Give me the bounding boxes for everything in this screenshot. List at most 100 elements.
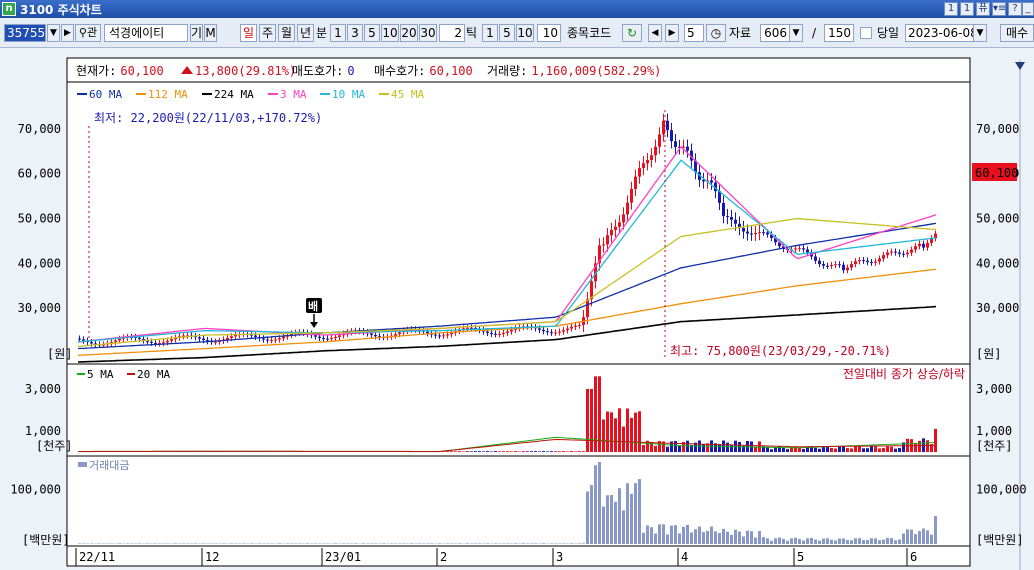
volume-bar [926,440,929,452]
total-count-input[interactable]: 150 [824,24,854,42]
amount-bar [458,543,461,544]
minute-10-button[interactable]: 10 [381,24,399,42]
period-day-tab[interactable]: 일 [240,24,257,42]
next-arrow-icon[interactable]: ▶ [61,24,74,42]
tick-5-button[interactable]: 5 [499,24,515,42]
amount-bar [370,543,373,544]
tick-input[interactable]: 10 [537,24,561,42]
date-tick-label: 2 [440,550,447,564]
minute-1-button[interactable]: 1 [330,24,346,42]
amount-bar [278,543,281,544]
volume-tick-label-right: 1,000 [976,424,1012,438]
minimize-button[interactable]: _ [1022,2,1034,16]
m-button[interactable]: M [204,24,217,42]
volume-bar [462,451,465,452]
tick-value-input[interactable]: 2 [439,24,465,42]
volume-bar [770,449,773,452]
candle-body [574,325,577,327]
prev-arrow-icon[interactable]: ◀ [648,24,662,42]
date-tick-label: 5 [797,550,804,564]
tick-10-button[interactable]: 10 [516,24,534,42]
candle-body [318,336,321,338]
menu-button[interactable]: ▾≡ [992,2,1006,16]
volume-bar [546,451,549,452]
ma-legend-label: 3 MA [280,88,307,101]
candle-body [114,340,117,343]
amount-bar [770,540,773,544]
volume-bar [862,448,865,452]
amount-tick-label-left: 100,000 [10,482,61,496]
stock-name-field[interactable]: 석경에이티 [104,24,188,42]
candle-body [650,155,653,161]
amount-unit-left: [백만원] [22,533,70,547]
period-week-tab[interactable]: 주 [259,24,276,42]
volume-bar [802,448,805,452]
amount-bar [926,530,929,544]
date-picker[interactable]: 2023-06-08 [905,24,975,42]
date-dropdown-icon[interactable]: ▼ [973,24,987,42]
volume-bar [818,448,821,452]
amount-bar [854,538,857,544]
candle-body [858,260,861,262]
help-button[interactable]: ? [1008,2,1022,16]
volume-bar [526,451,529,452]
date-tick-label: 6 [910,550,917,564]
code-dropdown-icon[interactable]: ▼ [47,24,60,42]
scroll-arrow-icon[interactable] [1015,62,1025,70]
today-label: 당일 [877,26,900,40]
amount-bar [810,537,813,544]
buy-button[interactable]: 매수 [1000,24,1034,42]
minute-5-button[interactable]: 5 [364,24,380,42]
date-tick-label: 4 [681,550,688,564]
volume-bar [614,418,617,452]
volume-bar [602,419,605,452]
candle-body [838,264,841,266]
volume-legend-swatch [77,373,85,375]
volume-bar [838,446,841,452]
gi-button[interactable]: 기 [190,24,203,42]
today-checkbox[interactable] [860,27,872,39]
clock-icon[interactable]: ◷ [706,24,726,42]
candle-body [750,233,753,235]
minute-3-button[interactable]: 3 [347,24,363,42]
candle-body [794,248,797,250]
amount-bar [722,528,725,544]
amount-bar [838,538,841,544]
pin-button[interactable]: 퓨 [976,2,990,16]
tick-1-button[interactable]: 1 [482,24,498,42]
candle-body [754,232,757,234]
svg-text:현재가:60,100: 현재가: 60,100 [76,64,164,78]
candle-body [910,249,913,253]
minute-30-button[interactable]: 30 [419,24,437,42]
candle-body [502,332,505,334]
amount-bar [258,543,261,544]
amount-bar [222,543,225,544]
price-chart[interactable]: 현재가: 60,100 13,800(29.81%) 매도호가: 0 매수호가: 60… [0,48,1034,570]
candle-body [846,267,849,271]
volume-bar [846,448,849,452]
step-input[interactable]: 5 [684,24,704,42]
amount-bar [750,531,753,544]
period-month-tab[interactable]: 월 [278,24,295,42]
ma-legend-label: 112 MA [148,88,188,101]
amount-bar [798,539,801,544]
amount-bar [582,543,585,544]
minute-20-button[interactable]: 20 [400,24,418,42]
amount-bar [678,533,681,544]
search-icon[interactable]: ⚲관 [75,24,101,42]
ma-legend-label: 10 MA [332,88,365,101]
candle-body [322,337,325,339]
amount-bar [230,543,233,544]
candle-body [890,251,893,253]
data-count-dropdown-icon[interactable]: ▼ [789,24,803,42]
amount-bar [782,538,785,544]
next-step-arrow-icon[interactable]: ▶ [665,24,679,42]
refresh-icon[interactable]: ↻ [622,24,642,42]
screen-1-button[interactable]: 1 [944,2,958,16]
screen-2-button[interactable]: 1 [960,2,974,16]
volume-bar [510,451,513,452]
data-count-select[interactable]: 606 [760,24,790,42]
stock-code-input[interactable]: 357550 [4,24,46,42]
period-year-tab[interactable]: 년 [297,24,314,42]
amount-bar [334,543,337,544]
